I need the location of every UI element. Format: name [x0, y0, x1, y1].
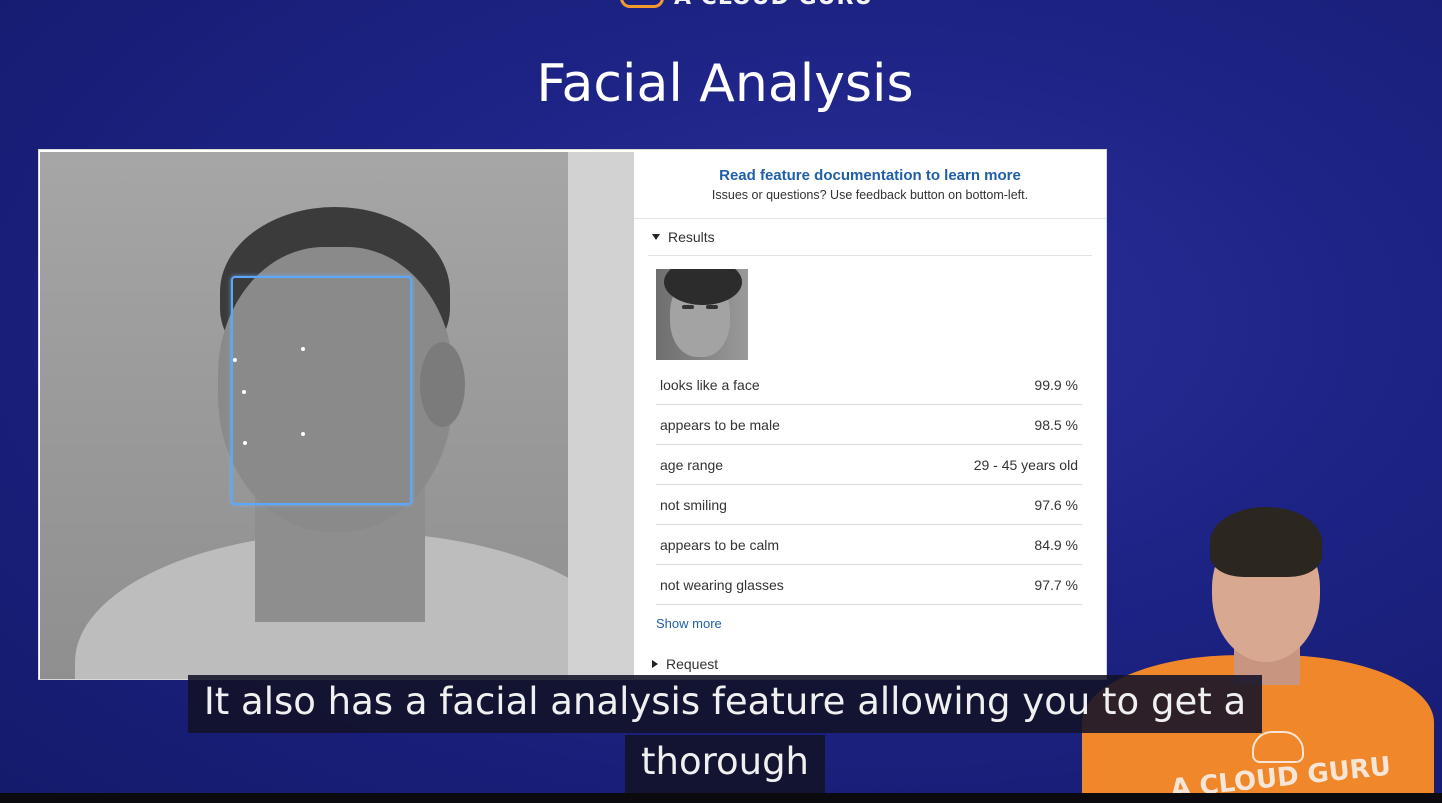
caption-line-2: thorough	[0, 735, 1442, 793]
result-row: appears to be calm 84.9 %	[656, 525, 1082, 565]
divider	[648, 255, 1092, 256]
result-label: appears to be calm	[660, 536, 780, 553]
feedback-note: Issues or questions? Use feedback button…	[711, 188, 1029, 202]
results-toggle[interactable]: Results	[652, 229, 715, 245]
results-table: looks like a face 99.9 % appears to be m…	[656, 365, 1082, 605]
photo-ear	[420, 342, 465, 427]
cloud-logo-icon	[620, 0, 664, 8]
divider	[634, 218, 1106, 219]
landmark-nose	[242, 390, 246, 394]
caption-text: It also has a facial analysis feature al…	[187, 675, 1263, 733]
result-value: 97.6 %	[1034, 496, 1078, 513]
landmark-eye-left	[233, 358, 237, 362]
request-toggle[interactable]: Request	[652, 656, 718, 672]
result-row: not smiling 97.6 %	[656, 485, 1082, 525]
landmark-eye-right	[301, 347, 305, 351]
documentation-link[interactable]: Read feature documentation to learn more	[634, 167, 1106, 184]
analyzed-photo	[40, 152, 568, 679]
result-value: 97.7 %	[1034, 576, 1078, 593]
thumb-eye	[682, 305, 694, 309]
presenter-hair	[1210, 507, 1322, 577]
result-label: not wearing glasses	[660, 576, 784, 593]
caret-down-icon	[652, 234, 660, 240]
landmark-mouth-right	[301, 432, 305, 436]
show-more-link[interactable]: Show more	[656, 616, 722, 631]
result-value: 99.9 %	[1034, 376, 1078, 393]
slide-title: Facial Analysis	[536, 54, 914, 114]
rekognition-demo-screenshot: Read feature documentation to learn more…	[38, 149, 1107, 680]
result-row: not wearing glasses 97.7 %	[656, 565, 1082, 605]
caret-right-icon	[652, 660, 658, 668]
brand-name: A CLOUD GURU	[674, 0, 873, 10]
result-label: age range	[660, 456, 724, 473]
result-label: not smiling	[660, 496, 727, 513]
photo-side-strip	[568, 152, 634, 679]
result-value: 98.5 %	[1034, 416, 1078, 433]
face-thumbnail[interactable]	[656, 269, 748, 360]
landmark-mouth-left	[243, 441, 247, 445]
result-label: appears to be male	[660, 416, 780, 433]
caption-line-1: It also has a facial analysis feature al…	[0, 675, 1442, 733]
result-label: looks like a face	[660, 376, 760, 393]
request-label: Request	[666, 656, 719, 672]
results-panel: Read feature documentation to learn more…	[634, 150, 1106, 679]
caption-text: thorough	[624, 735, 826, 793]
result-row: looks like a face 99.9 %	[656, 365, 1082, 405]
player-bottom-bar	[0, 793, 1442, 803]
result-row: appears to be male 98.5 %	[656, 405, 1082, 445]
result-row: age range 29 - 45 years old	[656, 445, 1082, 485]
face-bounding-box[interactable]	[231, 276, 412, 505]
result-value: 29 - 45 years old	[973, 456, 1078, 473]
results-label: Results	[668, 229, 715, 245]
thumb-eye	[706, 305, 718, 309]
result-value: 84.9 %	[1034, 536, 1078, 553]
brand-logo: A CLOUD GURU	[620, 0, 873, 10]
